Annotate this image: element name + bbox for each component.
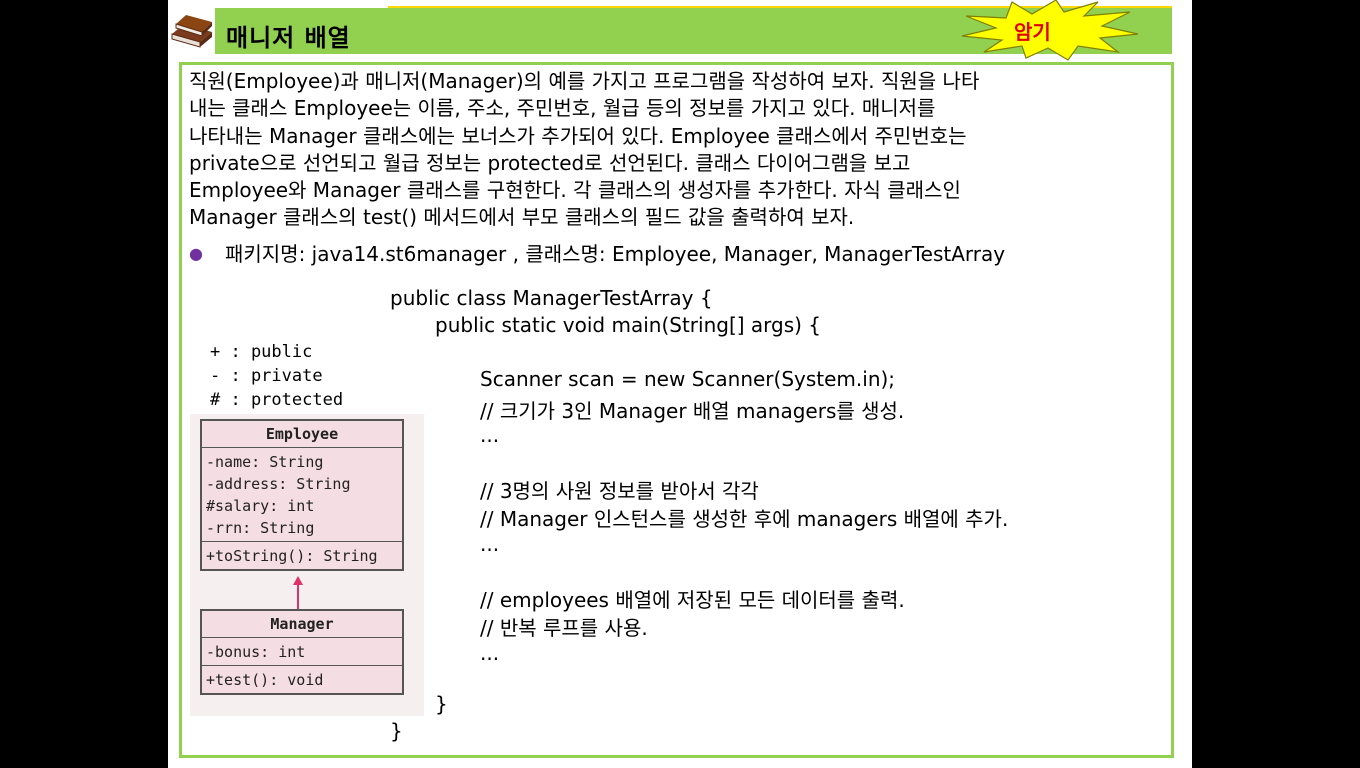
inheritance-arrow-icon	[293, 576, 303, 610]
code-comment: // Manager 인스턴스를 생성한 후에 managers 배열에 추가.	[480, 507, 1009, 531]
visibility-legend: + : public - : private # : protected	[210, 340, 343, 412]
code-ellipsis: ...	[480, 532, 500, 556]
code-closing-brace: }	[435, 692, 448, 716]
field: -bonus: int	[206, 643, 306, 661]
code-line: public static void main(String[] args) {	[435, 313, 822, 337]
paragraph-line: 내는 클래스 Employee는 이름, 주소, 주민번호, 월급 등의 정보를…	[189, 96, 936, 121]
slide: 매니저 배열 암기 직원(Employee)과 매니저(Manager)의 예를…	[168, 0, 1192, 768]
paragraph-line: 나타내는 Manager 클래스에는 보너스가 추가되어 있다. Employe…	[189, 123, 967, 148]
paragraph-line: 직원(Employee)과 매니저(Manager)의 예를 가지고 프로그램을…	[189, 69, 980, 93]
paragraph-line: private으로 선언되고 월급 정보는 protected로 선언된다. 클…	[189, 150, 911, 175]
field: #salary: int	[206, 497, 315, 515]
code-closing-brace: }	[390, 719, 403, 743]
code-comment: // 반복 루프를 사용.	[480, 616, 648, 640]
bullet-dot-icon: ●	[189, 244, 203, 263]
manager-class-box: Manager -bonus: int +test(): void	[200, 609, 404, 695]
code-comment: // 3명의 사원 정보를 받아서 각각	[480, 479, 759, 503]
field: -rrn: String	[206, 519, 315, 537]
description-paragraph: 직원(Employee)과 매니저(Manager)의 예를 가지고 프로그램을…	[189, 68, 1164, 232]
method: +test(): void	[206, 671, 324, 689]
memorize-badge: 암기	[1014, 20, 1051, 44]
book-stack-icon	[171, 15, 212, 48]
code-ellipsis: ...	[480, 641, 500, 665]
code-line: Scanner scan = new Scanner(System.in);	[480, 367, 896, 391]
class-fields: -bonus: int	[202, 638, 402, 666]
paragraph-line: Employee와 Manager 클래스를 구현한다. 각 클래스의 생성자를…	[189, 178, 961, 203]
page-title: 매니저 배열	[226, 24, 351, 52]
legend-item: - : private	[210, 366, 323, 386]
package-bullet: ● 패키지명: java14.st6manager , 클래스명: Employe…	[189, 238, 1005, 267]
employee-class-box: Employee -name: String -address: String …	[200, 419, 404, 571]
code-comment: // 크기가 3인 Manager 배열 managers를 생성.	[480, 399, 905, 423]
code-ellipsis: ...	[480, 423, 500, 447]
legend-item: # : protected	[210, 390, 344, 410]
code-line: public class ManagerTestArray {	[390, 286, 713, 310]
field: -address: String	[206, 475, 351, 493]
package-bullet-text: 패키지명: java14.st6manager , 클래스명: Employee…	[224, 242, 1006, 266]
class-methods: +test(): void	[202, 666, 402, 693]
class-methods: +toString(): String	[202, 542, 402, 569]
paragraph-line: Manager 클래스의 test() 메서드에서 부모 클래스의 필드 값을 …	[189, 205, 855, 230]
class-fields: -name: String -address: String #salary: …	[202, 448, 402, 542]
class-name: Employee	[202, 421, 402, 448]
legend-item: + : public	[210, 342, 313, 362]
field: -name: String	[206, 453, 324, 471]
code-comment: // employees 배열에 저장된 모든 데이터를 출력.	[480, 588, 905, 612]
method: +toString(): String	[206, 547, 378, 565]
class-name: Manager	[202, 611, 402, 638]
